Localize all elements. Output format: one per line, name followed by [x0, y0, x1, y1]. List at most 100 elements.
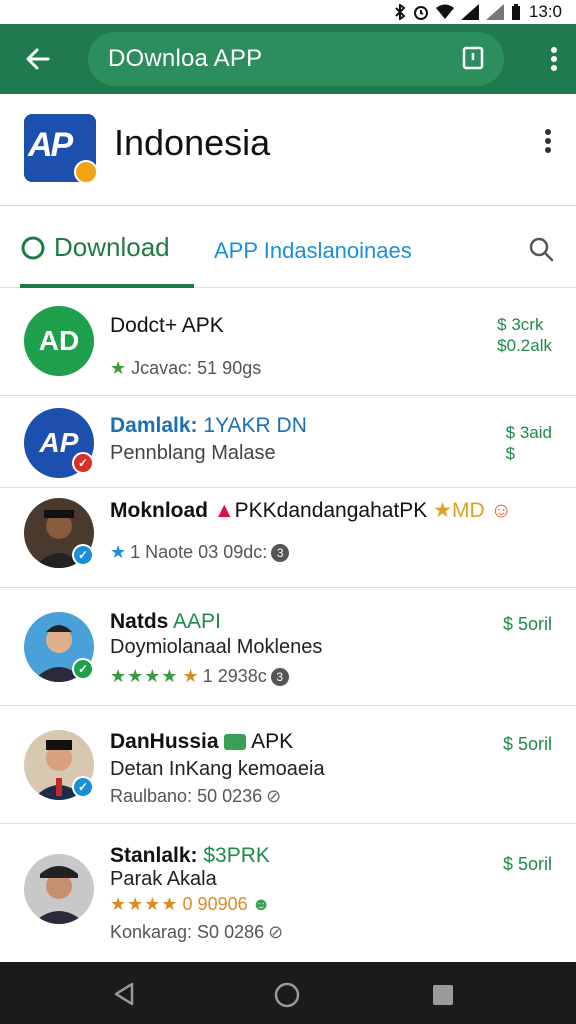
- page-title: Indonesia: [114, 122, 271, 163]
- item-title-main: Damlalk:: [110, 414, 198, 437]
- signal-icon: [460, 4, 479, 20]
- star-icon: ★: [110, 358, 128, 378]
- item-title-tag: $3PRK: [203, 844, 270, 867]
- item-meta: Konkarag: S0 0286 ⊘: [110, 922, 283, 943]
- status-icons: [394, 4, 521, 20]
- item-title: Natds AAPI: [110, 610, 221, 634]
- item-subtitle: Parak Akala: [110, 868, 217, 890]
- app-logo: AP: [24, 114, 96, 182]
- search-icon: [529, 237, 554, 262]
- item-meta: Raulbano: 50 0236 ⊘: [110, 786, 281, 807]
- more-vertical-icon: [545, 129, 551, 153]
- more-vertical-icon: [551, 47, 557, 71]
- item-meta-text: Raulbano: 50 0236: [110, 786, 263, 806]
- bookmark-button[interactable]: [462, 46, 484, 75]
- item-price-line-2: $: [505, 444, 516, 463]
- person-photo-icon: [32, 866, 86, 924]
- item-title-main: DanHussia: [110, 730, 219, 753]
- list-item[interactable]: ✓ Natds AAPI Doymiolanaal Moklenes ★★★★ ★…: [0, 588, 576, 706]
- list-item[interactable]: ✓ Moknload ▲PKKdandangahatPK ★MD ☺ ★ 1 N…: [0, 488, 576, 588]
- avatar-initials: AD: [38, 325, 80, 356]
- arrow-left-icon: [26, 48, 50, 70]
- link-icon: ⊘: [266, 786, 282, 806]
- item-title-main: Natds: [110, 610, 169, 633]
- info-icon: 3: [271, 543, 290, 562]
- app-header: AP Indonesia: [0, 94, 576, 206]
- search-button[interactable]: [528, 236, 554, 267]
- item-meta: ★ 1 Naote 03 09dc: 3: [110, 542, 290, 563]
- item-price-line: $ 3crk: [497, 315, 544, 334]
- verified-badge-icon: ✓: [72, 776, 94, 798]
- item-title-tag: APK: [251, 730, 294, 753]
- circle-home-icon: [274, 982, 300, 1008]
- item-title-tail: MD: [451, 499, 485, 522]
- item-rating: ★★★★ 0 90906 ☻: [110, 894, 271, 915]
- item-subtitle: Doymiolanaal Moklenes: [110, 636, 323, 658]
- overflow-menu-button[interactable]: [550, 46, 558, 77]
- item-subtitle: Detan InKang kemoaeia: [110, 758, 325, 780]
- status-bar: 13:0: [0, 0, 576, 24]
- item-price: $ 5oril: [502, 614, 552, 634]
- half-star-icon: ★: [182, 666, 199, 686]
- item-price-line-2: $0.2alk: [497, 336, 552, 355]
- item-title: Damlalk: 1YAKR DN: [110, 414, 307, 438]
- item-title-main: Moknload: [110, 499, 208, 522]
- item-title: Dodct+ APK: [110, 314, 224, 337]
- item-price: $ 5oril: [502, 734, 552, 754]
- verified-badge-icon: ✓: [72, 452, 94, 474]
- item-title-rest: PKKdandangahatPK: [234, 499, 428, 522]
- nav-home-button[interactable]: [274, 982, 300, 1013]
- info-icon: 3: [270, 667, 289, 686]
- triangle-back-icon: [114, 982, 134, 1006]
- bluetooth-icon: [395, 4, 406, 20]
- item-price-line: $ 3aid: [505, 423, 552, 442]
- link-icon: ⊘: [268, 922, 284, 942]
- url-text: DOwnloa APP: [108, 45, 263, 72]
- item-meta-text: Jcavac: 51 90gs: [131, 358, 262, 378]
- item-title-tag: AAPI: [173, 610, 221, 633]
- item-meta: ★ Jcavac: 51 90gs: [110, 358, 261, 379]
- alarm-icon: [413, 6, 428, 20]
- item-title-tag: 1YAKR DN: [203, 414, 307, 437]
- wifi-icon: [435, 4, 454, 19]
- header-menu-button[interactable]: [544, 128, 552, 159]
- nav-recents-button[interactable]: [432, 984, 454, 1011]
- item-title: Moknload ▲PKKdandangahatPK ★MD ☺: [110, 498, 512, 523]
- list-item[interactable]: Stanlalk: $3PRK Parak Akala ★★★★ 0 90906…: [0, 824, 576, 962]
- app-logo-text: AP: [28, 126, 73, 164]
- tab-bar: Download APP Indaslanoinaes: [0, 206, 576, 288]
- avatar: AD: [24, 306, 94, 376]
- rating-stars-icon: ★★★★: [110, 666, 179, 686]
- list-item[interactable]: AD Dodct+ APK ★ Jcavac: 51 90gs $ 3crk $…: [0, 288, 576, 396]
- url-bar[interactable]: DOwnloa APP: [88, 32, 504, 86]
- apk-badge-icon: [224, 734, 247, 751]
- item-title-main: Stanlalk:: [110, 844, 198, 867]
- item-price: $ 3aid $: [506, 422, 552, 464]
- rating-stars-icon: ★★★★: [110, 894, 179, 914]
- nav-back-button[interactable]: [112, 982, 136, 1011]
- square-recents-icon: [433, 985, 453, 1005]
- item-meta-text: 1 Naote 03 09dc:: [130, 542, 268, 562]
- emoji-icon: ☺: [490, 499, 512, 522]
- verified-badge-icon: ✓: [72, 544, 94, 566]
- download-circle-icon: [21, 236, 45, 259]
- star-icon: ★: [433, 499, 452, 522]
- warning-icon: ▲: [213, 499, 235, 522]
- signal-2-icon: [485, 4, 504, 20]
- list-item[interactable]: ✓ DanHussia APK Detan InKang kemoaeia Ra…: [0, 706, 576, 824]
- app-bar: DOwnloa APP: [0, 24, 576, 94]
- verified-badge-icon: [74, 160, 96, 182]
- item-rating-text: 0 90906: [182, 894, 248, 914]
- status-time: 13:0: [528, 2, 562, 21]
- star-icon: ★: [110, 542, 127, 562]
- back-button[interactable]: [0, 24, 76, 94]
- item-meta: ★★★★ ★ 1 2938c 3: [110, 666, 289, 687]
- tab-app[interactable]: APP Indaslanoinaes: [214, 238, 412, 264]
- verified-badge-icon: ✓: [72, 658, 94, 680]
- item-subtitle: Pennblang Malase: [110, 442, 276, 464]
- list-item[interactable]: AP ✓ Damlalk: 1YAKR DN Pennblang Malase …: [0, 396, 576, 488]
- tab-download[interactable]: Download: [20, 232, 170, 263]
- item-title: Stanlalk: $3PRK: [110, 844, 270, 868]
- item-meta-text: Konkarag: S0 0286: [110, 922, 265, 942]
- system-nav-bar: [0, 962, 576, 1024]
